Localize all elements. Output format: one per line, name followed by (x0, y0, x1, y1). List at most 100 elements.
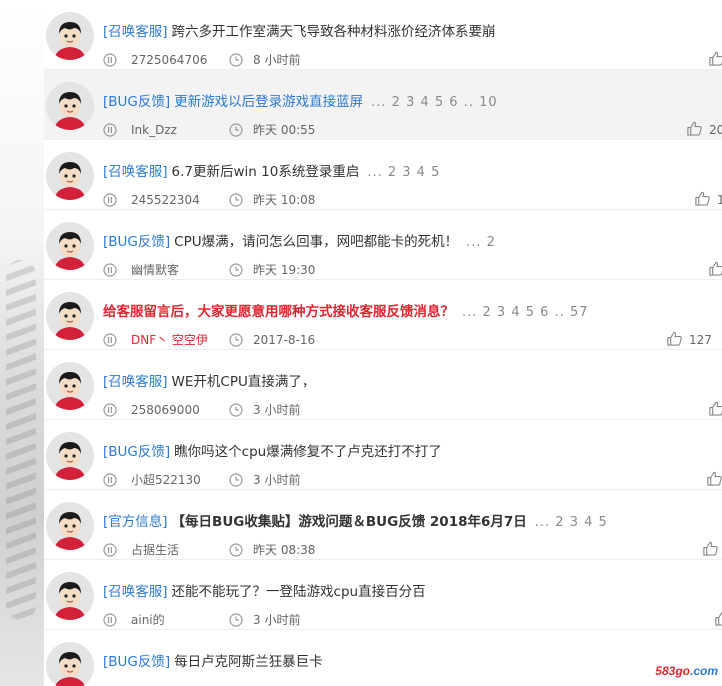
thread-category-tag[interactable]: [召唤客服] (103, 24, 168, 40)
thread-row[interactable]: [召唤客服] 跨六多开工作室满天飞导致各种材料涨价经济体系要崩 2725064706… (44, 0, 722, 70)
thread-title-link[interactable]: CPU爆满，请问怎么回事，网吧都能卡的死机！ (174, 234, 458, 250)
thread-title-line: [BUG反馈] 更新游戏以后登录游戏直接蓝屏 ... 2 3 4 5 6 .. 10 (103, 92, 498, 112)
thread-title-link[interactable]: 【每日BUG收集贴】游戏问题＆BUG反馈 2018年6月7日 (172, 514, 527, 530)
thread-row[interactable]: [召唤客服] WE开机CPU直接满了， 258069000 3 小时前 (44, 350, 722, 420)
thread-title-line: [BUG反馈] CPU爆满，请问怎么回事，网吧都能卡的死机！ ... 2 (103, 232, 496, 252)
user-icon (103, 123, 117, 137)
page-background-art (0, 0, 44, 686)
thread-author[interactable]: Ink_Dzz (131, 122, 177, 138)
thumbs-up-icon (708, 51, 722, 67)
thread-title-link[interactable]: 每日卢克阿斯兰狂暴巨卡 (174, 654, 323, 670)
thread-author[interactable]: DNF丶 空空伊 (131, 332, 208, 348)
thread-title-link[interactable]: 还能不能玩了？一登陆游戏cpu直接百分百 (172, 584, 426, 600)
thread-page-links[interactable]: ... 2 3 4 5 6 .. 10 (371, 95, 498, 110)
thread-author[interactable]: 幽情默客 (131, 262, 179, 278)
thread-category-tag[interactable]: [BUG反馈] (103, 444, 170, 460)
thread-row[interactable]: [官方信息] 【每日BUG收集贴】游戏问题＆BUG反馈 2018年6月7日 ... … (44, 490, 722, 560)
user-icon (103, 403, 117, 417)
thread-row[interactable]: [BUG反馈] 更新游戏以后登录游戏直接蓝屏 ... 2 3 4 5 6 .. 10… (44, 70, 722, 140)
thread-title-link[interactable]: WE开机CPU直接满了， (172, 374, 316, 390)
thread-row[interactable]: [召唤客服] 6.7更新后win 10系统登录重启 ... 2 3 4 5 24552… (44, 140, 722, 210)
thread-list: [召唤客服] 跨六多开工作室满天飞导致各种材料涨价经济体系要崩 2725064706… (44, 0, 722, 686)
like-button[interactable] (702, 400, 722, 418)
clock-icon (229, 52, 243, 68)
like-button[interactable] (702, 260, 722, 278)
user-icon (103, 473, 117, 487)
thread-title-link[interactable]: 给客服留言后，大家更愿意用哪种方式接收客服反馈消息？ (103, 304, 454, 320)
avatar[interactable] (46, 292, 94, 340)
clock-icon (229, 262, 243, 278)
thread-row[interactable]: [BUG反馈] 瞧你吗这个cpu爆满修复不了卢克还打不打了小超522130 3 小时… (44, 420, 722, 490)
like-button[interactable]: 20 (680, 120, 722, 138)
avatar[interactable] (46, 432, 94, 480)
like-count: 1 (717, 193, 722, 207)
like-button[interactable] (708, 610, 722, 628)
avatar[interactable] (46, 152, 94, 200)
thread-title-link[interactable]: 瞧你吗这个cpu爆满修复不了卢克还打不打了 (174, 444, 442, 460)
thread-meta: 258069000 3 小时前 (103, 402, 300, 418)
thumbs-up-icon (702, 541, 719, 557)
like-count: 127 (689, 333, 712, 347)
thumbs-up-icon (714, 611, 722, 627)
thread-author[interactable]: 小超522130 (131, 472, 201, 488)
thread-time: 昨天 10:08 (253, 193, 316, 207)
thumbs-up-icon (686, 121, 703, 137)
thread-author[interactable]: aini的 (131, 612, 165, 628)
thread-meta: DNF丶 空空伊 2017-8-16 (103, 332, 315, 348)
like-count: 20 (709, 123, 722, 137)
thread-row[interactable]: [召唤客服] 还能不能玩了？一登陆游戏cpu直接百分百 aini的 3 小时前 (44, 560, 722, 630)
user-icon (103, 193, 117, 207)
thread-row[interactable]: [BUG反馈] 每日卢克阿斯兰狂暴巨卡 (44, 630, 722, 686)
thread-meta: 2725064706 8 小时前 (103, 52, 300, 68)
avatar[interactable] (46, 82, 94, 130)
thread-category-tag[interactable]: [BUG反馈] (103, 94, 170, 110)
thread-page-links[interactable]: ... 2 (466, 235, 496, 250)
thread-author[interactable]: 2725064706 (131, 52, 207, 68)
thread-title-line: [官方信息] 【每日BUG收集贴】游戏问题＆BUG反馈 2018年6月7日 ... … (103, 512, 608, 532)
thumbs-up-icon (706, 471, 722, 487)
thread-category-tag[interactable]: [官方信息] (103, 514, 168, 530)
thread-author[interactable]: 245522304 (131, 192, 200, 208)
like-button[interactable] (696, 540, 719, 558)
like-button[interactable]: 127 (660, 330, 712, 348)
avatar[interactable] (46, 572, 94, 620)
thread-category-tag[interactable]: [BUG反馈] (103, 234, 170, 250)
thread-category-tag[interactable]: [召唤客服] (103, 584, 168, 600)
thread-category-tag[interactable]: [召唤客服] (103, 164, 168, 180)
thread-author[interactable]: 258069000 (131, 402, 200, 418)
thumbs-up-icon (708, 261, 722, 277)
avatar[interactable] (46, 642, 94, 686)
like-button[interactable] (702, 50, 722, 68)
avatar[interactable] (46, 362, 94, 410)
thread-author[interactable]: 占据生活 (131, 542, 179, 558)
thread-meta: 245522304 昨天 10:08 (103, 192, 315, 208)
thread-category-tag[interactable]: [召唤客服] (103, 374, 168, 390)
clock-icon (229, 542, 243, 558)
thread-page-links[interactable]: ... 2 3 4 5 6 .. 57 (462, 305, 589, 320)
clock-icon (229, 402, 243, 418)
like-button[interactable]: 1 (688, 190, 722, 208)
thread-row[interactable]: [BUG反馈] CPU爆满，请问怎么回事，网吧都能卡的死机！ ... 2 幽情默客 昨天… (44, 210, 722, 280)
thread-page-links[interactable]: ... 2 3 4 5 (367, 165, 440, 180)
thumbs-up-icon (708, 401, 722, 417)
thread-time: 3 小时前 (253, 403, 301, 417)
user-icon (103, 613, 117, 627)
avatar[interactable] (46, 502, 94, 550)
thread-meta: 小超522130 3 小时前 (103, 472, 300, 488)
clock-icon (229, 332, 243, 348)
thread-time: 8 小时前 (253, 53, 301, 67)
thread-time: 2017-8-16 (253, 333, 316, 347)
user-icon (103, 543, 117, 557)
thread-row[interactable]: 给客服留言后，大家更愿意用哪种方式接收客服反馈消息？ ... 2 3 4 5 6 … (44, 280, 722, 350)
thread-title-link[interactable]: 跨六多开工作室满天飞导致各种材料涨价经济体系要崩 (172, 24, 496, 40)
thread-title-link[interactable]: 更新游戏以后登录游戏直接蓝屏 (174, 94, 363, 110)
like-button[interactable] (700, 470, 722, 488)
clock-icon (229, 472, 243, 488)
thread-meta: aini的 3 小时前 (103, 612, 300, 628)
avatar[interactable] (46, 222, 94, 270)
thread-category-tag[interactable]: [BUG反馈] (103, 654, 170, 670)
thread-page-links[interactable]: ... 2 3 4 5 (535, 515, 608, 530)
thread-title-link[interactable]: 6.7更新后win 10系统登录重启 (172, 164, 360, 180)
avatar[interactable] (46, 12, 94, 60)
thread-title-line: [召唤客服] 跨六多开工作室满天飞导致各种材料涨价经济体系要崩 (103, 22, 496, 42)
